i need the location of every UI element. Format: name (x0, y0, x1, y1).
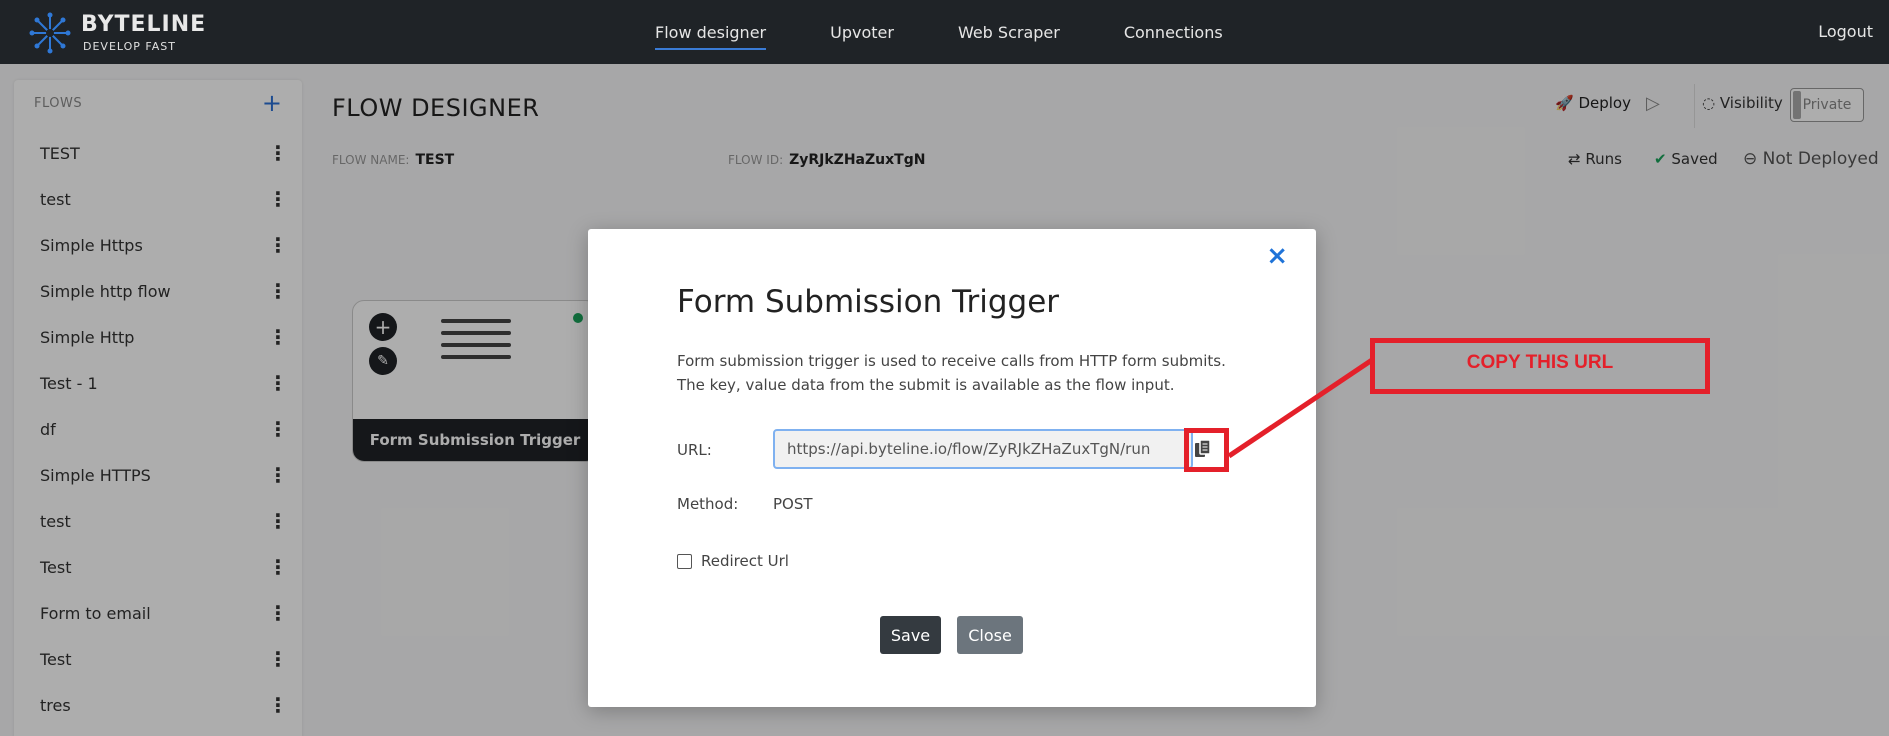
url-label: URL: (677, 441, 712, 459)
save-button[interactable]: Save (880, 616, 941, 654)
description-line: The key, value data from the submit is a… (677, 376, 1175, 394)
byteline-logo[interactable]: BYTELINE DEVELOP FAST (28, 10, 228, 56)
nav-upvoter[interactable]: Upvoter (830, 0, 894, 64)
url-field[interactable] (773, 429, 1193, 469)
brand-tagline: DEVELOP FAST (83, 40, 176, 53)
annotation-callout: COPY THIS URL (1370, 338, 1710, 394)
method-label: Method: (677, 495, 739, 513)
nav-flow-designer[interactable]: Flow designer (655, 0, 767, 64)
close-icon[interactable]: × (1266, 241, 1288, 271)
annotation-text: COPY THIS URL (1466, 352, 1614, 373)
logo-icon (29, 12, 71, 54)
annotation-highlight-box (1184, 428, 1229, 472)
close-button[interactable]: Close (957, 616, 1023, 654)
redirect-url-checkbox[interactable]: Redirect Url (677, 552, 789, 570)
logout-link[interactable]: Logout (1818, 22, 1873, 41)
method-value: POST (773, 495, 813, 513)
top-navbar: BYTELINE DEVELOP FAST Flow designer Upvo… (0, 0, 1889, 64)
description-line: Form submission trigger is used to recei… (677, 352, 1226, 370)
nav-web-scraper[interactable]: Web Scraper (958, 0, 1060, 64)
nav-connections[interactable]: Connections (1124, 0, 1223, 64)
modal-description: Form submission trigger is used to recei… (677, 349, 1226, 397)
brand-name: BYTELINE (81, 12, 207, 37)
checkbox-icon[interactable] (677, 553, 692, 569)
redirect-url-label: Redirect Url (701, 552, 789, 570)
modal-title: Form Submission Trigger (677, 284, 1060, 320)
main-nav: Flow designer Upvoter Web Scraper Connec… (655, 0, 1287, 64)
